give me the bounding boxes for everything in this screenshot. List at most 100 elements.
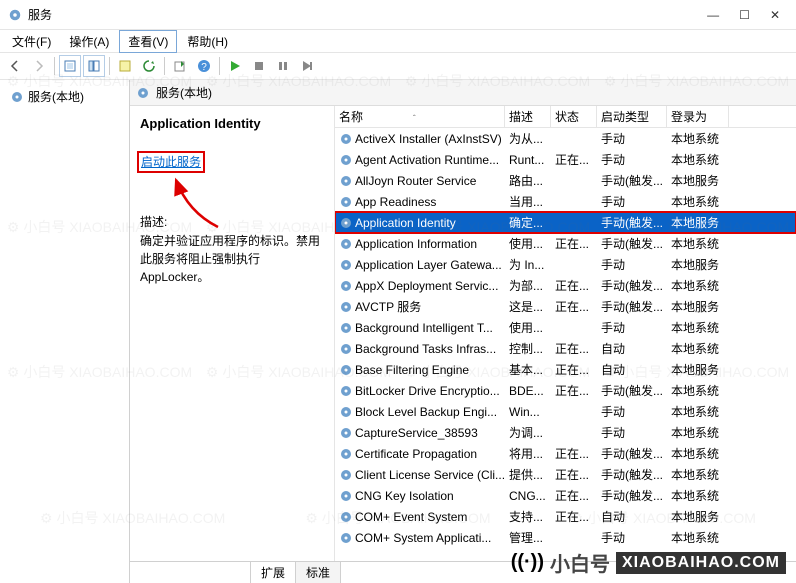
service-logon: 本地系统 <box>667 276 729 295</box>
sort-indicator-icon: ˆ <box>413 114 416 123</box>
service-row[interactable]: COM+ System Applicati...管理...手动本地系统 <box>335 527 796 548</box>
properties-button[interactable] <box>114 55 136 77</box>
watermark-brand: ((·)) 小白号 XIAOBAIHAO.COM <box>511 548 786 577</box>
service-desc: 为从... <box>505 129 551 148</box>
service-icon <box>339 468 353 482</box>
service-row[interactable]: AVCTP 服务这是...正在...手动(触发...本地服务 <box>335 296 796 317</box>
menu-file[interactable]: 文件(F) <box>4 31 59 52</box>
start-service-button[interactable] <box>224 55 246 77</box>
toolbar-btn-2[interactable] <box>83 55 105 77</box>
tab-extended[interactable]: 扩展 <box>250 561 296 583</box>
service-row[interactable]: Certificate Propagation将用...正在...手动(触发..… <box>335 443 796 464</box>
service-startup: 手动(触发... <box>597 381 667 400</box>
back-button[interactable] <box>4 55 26 77</box>
content-area: 服务(本地) 服务(本地) Application Identity 启动此服务… <box>0 80 796 583</box>
service-icon <box>339 510 353 524</box>
minimize-button[interactable]: — <box>707 8 719 22</box>
service-row[interactable]: Background Intelligent T...使用...手动本地系统 <box>335 317 796 338</box>
service-status: 正在... <box>551 339 597 358</box>
service-logon: 本地服务 <box>667 297 729 316</box>
service-status <box>551 327 597 329</box>
service-icon <box>339 384 353 398</box>
pane-header: 服务(本地) <box>130 80 796 106</box>
service-status: 正在... <box>551 150 597 169</box>
service-status: 正在... <box>551 444 597 463</box>
service-row[interactable]: CaptureService_38593为调...手动本地系统 <box>335 422 796 443</box>
service-row[interactable]: Application Identity确定...手动(触发...本地服务 <box>335 212 796 233</box>
service-startup: 手动(触发... <box>597 234 667 253</box>
service-startup: 手动(触发... <box>597 276 667 295</box>
service-row[interactable]: Background Tasks Infras...控制...正在...自动本地… <box>335 338 796 359</box>
service-desc: 支持... <box>505 507 551 526</box>
tree-root[interactable]: 服务(本地) <box>6 86 123 107</box>
help-button[interactable]: ? <box>193 55 215 77</box>
gear-icon <box>136 86 150 100</box>
service-desc: 为 In... <box>505 255 551 274</box>
service-status <box>551 180 597 182</box>
col-status[interactable]: 状态 <box>551 106 597 127</box>
start-service-link[interactable]: 启动此服务 <box>141 155 201 169</box>
service-desc: 控制... <box>505 339 551 358</box>
annotation-arrow <box>168 172 248 232</box>
service-startup: 手动(触发... <box>597 465 667 484</box>
service-status <box>551 222 597 224</box>
service-row[interactable]: ActiveX Installer (AxInstSV)为从...手动本地系统 <box>335 128 796 149</box>
service-row[interactable]: AllJoyn Router Service路由...手动(触发...本地服务 <box>335 170 796 191</box>
service-row[interactable]: CNG Key IsolationCNG...正在...手动(触发...本地系统 <box>335 485 796 506</box>
service-row[interactable]: COM+ Event System支持...正在...自动本地服务 <box>335 506 796 527</box>
service-status <box>551 138 597 140</box>
service-row[interactable]: Client License Service (Cli...提供...正在...… <box>335 464 796 485</box>
brand-en: XIAOBAIHAO.COM <box>616 552 786 574</box>
service-startup: 手动 <box>597 150 667 169</box>
export-button[interactable] <box>169 55 191 77</box>
close-button[interactable]: ✕ <box>770 8 780 22</box>
service-name: CaptureService_38593 <box>355 426 478 440</box>
menu-action[interactable]: 操作(A) <box>61 31 117 52</box>
pause-service-button[interactable] <box>272 55 294 77</box>
annotation-highlight: 启动此服务 <box>137 151 205 173</box>
service-name: AllJoyn Router Service <box>355 174 476 188</box>
toolbar-btn-1[interactable] <box>59 55 81 77</box>
service-row[interactable]: AppX Deployment Servic...为部...正在...手动(触发… <box>335 275 796 296</box>
col-startup[interactable]: 启动类型 <box>597 106 667 127</box>
service-desc: 当用... <box>505 192 551 211</box>
svg-text:?: ? <box>201 62 207 73</box>
service-status: 正在... <box>551 276 597 295</box>
service-name: Application Layer Gatewa... <box>355 258 502 272</box>
service-logon: 本地系统 <box>667 192 729 211</box>
forward-button[interactable] <box>28 55 50 77</box>
toolbar: ? <box>0 52 796 80</box>
service-row[interactable]: Application Information使用...正在...手动(触发..… <box>335 233 796 254</box>
col-name[interactable]: 名称ˆ <box>335 106 505 127</box>
service-row[interactable]: Base Filtering Engine基本...正在...自动本地服务 <box>335 359 796 380</box>
service-desc: 使用... <box>505 318 551 337</box>
pane-header-label: 服务(本地) <box>156 84 212 101</box>
service-row[interactable]: Agent Activation Runtime...Runt...正在...手… <box>335 149 796 170</box>
stop-service-button[interactable] <box>248 55 270 77</box>
service-row[interactable]: Block Level Backup Engi...Win...手动本地系统 <box>335 401 796 422</box>
right-panel: 服务(本地) Application Identity 启动此服务 描述: 确定… <box>130 80 796 583</box>
service-startup: 自动 <box>597 339 667 358</box>
col-desc[interactable]: 描述 <box>505 106 551 127</box>
restart-service-button[interactable] <box>296 55 318 77</box>
service-desc: 管理... <box>505 528 551 547</box>
menu-view[interactable]: 查看(V) <box>119 30 177 53</box>
service-name: CNG Key Isolation <box>355 489 454 503</box>
col-logon[interactable]: 登录为 <box>667 106 729 127</box>
maximize-button[interactable]: ☐ <box>739 8 750 22</box>
service-logon: 本地服务 <box>667 255 729 274</box>
service-row[interactable]: App Readiness当用...手动本地系统 <box>335 191 796 212</box>
tab-standard[interactable]: 标准 <box>295 561 341 583</box>
service-logon: 本地服务 <box>667 213 729 232</box>
service-status: 正在... <box>551 381 597 400</box>
menu-help[interactable]: 帮助(H) <box>179 31 236 52</box>
service-logon: 本地系统 <box>667 528 729 547</box>
service-status: 正在... <box>551 465 597 484</box>
service-desc: CNG... <box>505 488 551 504</box>
service-icon <box>339 195 353 209</box>
service-row[interactable]: BitLocker Drive Encryptio...BDE...正在...手… <box>335 380 796 401</box>
service-logon: 本地系统 <box>667 423 729 442</box>
service-status <box>551 201 597 203</box>
refresh-button[interactable] <box>138 55 160 77</box>
service-row[interactable]: Application Layer Gatewa...为 In...手动本地服务 <box>335 254 796 275</box>
